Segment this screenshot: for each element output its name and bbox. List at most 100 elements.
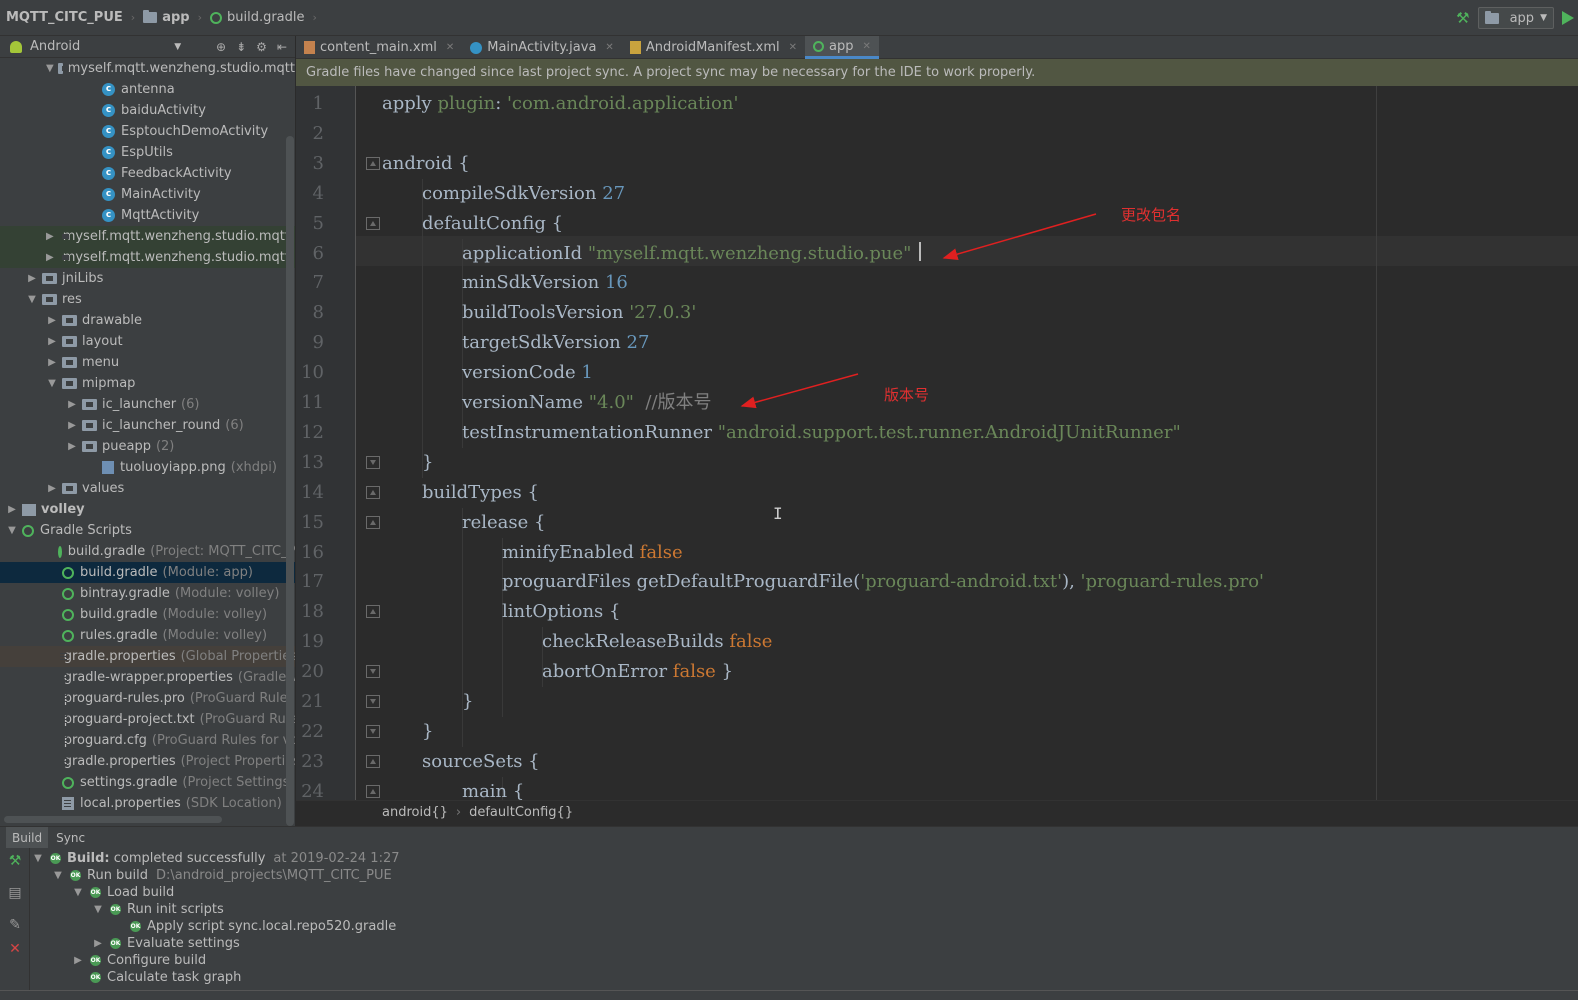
- run-configuration-select[interactable]: app ▼: [1477, 7, 1554, 29]
- vertical-scrollbar[interactable]: [286, 136, 294, 826]
- tree-item[interactable]: ▼ res: [0, 289, 295, 310]
- tree-item[interactable]: ▼ mipmap: [0, 373, 295, 394]
- tree-item[interactable]: ▶ ic_launcher_round (6): [0, 415, 295, 436]
- fold-marker-icon[interactable]: [366, 455, 380, 469]
- expand-right-icon[interactable]: ▶: [66, 441, 78, 452]
- fold-marker-icon[interactable]: [366, 754, 380, 768]
- tab-mainactivity-java[interactable]: MainActivity.java ✕: [462, 36, 622, 59]
- tab-sync[interactable]: Sync: [50, 827, 91, 849]
- tree-item[interactable]: ▶proguard-project.txt(ProGuard Rules fo: [0, 709, 295, 730]
- tree-item[interactable]: ▶cMqttActivity: [0, 205, 295, 226]
- breadcrumb-file[interactable]: build.gradle: [204, 0, 311, 36]
- tree-item[interactable]: ▶ pueapp (2): [0, 436, 295, 457]
- build-tree-item[interactable]: ▼ OK Build: completed successfully at 2019-…: [32, 850, 399, 867]
- expand-right-icon[interactable]: ▶: [46, 336, 58, 347]
- tree-item[interactable]: ▶local.properties(SDK Location): [0, 793, 295, 814]
- tree-item[interactable]: ▶ jniLibs: [0, 268, 295, 289]
- fold-marker-icon[interactable]: [366, 665, 380, 679]
- tree-item[interactable]: ▶build.gradle(Module: volley): [0, 604, 295, 625]
- tree-item[interactable]: ▶ ic_launcher (6): [0, 394, 295, 415]
- expand-right-icon[interactable]: ▶: [66, 399, 78, 410]
- tree-item[interactable]: ▼ Gradle Scripts: [0, 520, 295, 541]
- expand-right-icon[interactable]: ▶: [92, 935, 104, 952]
- tab-app[interactable]: app ✕: [805, 36, 879, 59]
- build-tree-item[interactable]: ▼ OK Load build: [72, 884, 174, 901]
- expand-right-icon[interactable]: ▶: [46, 357, 58, 368]
- expand-down-icon[interactable]: ▼: [46, 378, 58, 389]
- fold-marker-icon[interactable]: [366, 485, 380, 499]
- pin-icon[interactable]: ✎: [8, 918, 22, 932]
- tree-item[interactable]: ▶build.gradle(Project: MQTT_CITC_PUE): [0, 541, 295, 562]
- tree-item[interactable]: ▶myself.mqtt.wenzheng.studio.mqtt(te: [0, 247, 295, 268]
- fold-marker-icon[interactable]: [366, 605, 380, 619]
- tree-item[interactable]: ▶build.gradle(Module: app): [0, 562, 295, 583]
- expand-right-icon[interactable]: ▶: [46, 231, 54, 242]
- chevron-down-icon[interactable]: ▼: [174, 42, 181, 52]
- build-tree-item[interactable]: ▼ OK Run build D:\android_projects\MQTT_CIT…: [52, 867, 392, 884]
- expand-down-icon[interactable]: ▼: [32, 850, 44, 867]
- tree-item[interactable]: ▶ drawable: [0, 310, 295, 331]
- close-icon[interactable]: ✕: [446, 42, 454, 53]
- tree-item[interactable]: ▶ values: [0, 478, 295, 499]
- close-icon[interactable]: ✕: [605, 42, 613, 53]
- expand-right-icon[interactable]: ▶: [46, 315, 58, 326]
- toggle-view-icon[interactable]: ▤: [8, 886, 22, 900]
- expand-right-icon[interactable]: ▶: [6, 504, 18, 515]
- fold-marker-icon[interactable]: [366, 216, 380, 230]
- build-tree-item[interactable]: OK Apply script sync.local.repo520.gradle: [112, 918, 396, 935]
- build-tree-item[interactable]: ▶ OK Configure build: [72, 952, 206, 969]
- make-project-hammer-icon[interactable]: ⚒: [1456, 9, 1469, 27]
- expand-right-icon[interactable]: ▶: [26, 273, 38, 284]
- fold-marker-icon[interactable]: [366, 695, 380, 708]
- breadcrumb-project[interactable]: MQTT_CITC_PUE: [0, 0, 129, 36]
- tree-item[interactable]: ▶proguard-rules.pro(ProGuard Rules for: [0, 688, 295, 709]
- close-icon[interactable]: ✕: [789, 42, 797, 53]
- tree-item[interactable]: ▶bintray.gradle(Module: volley): [0, 583, 295, 604]
- close-icon[interactable]: ✕: [863, 41, 871, 52]
- project-view-select[interactable]: Android: [30, 39, 80, 54]
- close-icon[interactable]: ✕: [8, 942, 22, 956]
- tree-item[interactable]: ▶cbaiduActivity: [0, 100, 295, 121]
- expand-down-icon[interactable]: ▼: [92, 901, 104, 918]
- expand-right-icon[interactable]: ▶: [46, 483, 58, 494]
- scroll-from-source-icon[interactable]: ⊕: [216, 40, 226, 54]
- editor-breadcrumb-android[interactable]: android{}: [382, 805, 448, 820]
- tree-item[interactable]: ▶cEspUtils: [0, 142, 295, 163]
- hide-panel-icon[interactable]: ⇤: [277, 40, 287, 54]
- breadcrumb-module[interactable]: app: [137, 0, 195, 36]
- tree-item[interactable]: ▶ menu: [0, 352, 295, 373]
- expand-down-icon[interactable]: ▼: [6, 525, 18, 536]
- hammer-icon[interactable]: ⚒: [8, 854, 22, 868]
- tree-item[interactable]: ▼ myself.mqtt.wenzheng.studio.mqtt: [0, 58, 295, 79]
- tree-item[interactable]: ▶settings.gradle(Project Settings): [0, 772, 295, 793]
- tree-item[interactable]: ▶rules.gradle(Module: volley): [0, 625, 295, 646]
- gear-icon[interactable]: ⚙: [256, 40, 267, 54]
- expand-down-icon[interactable]: ▼: [26, 294, 38, 305]
- build-tree-item[interactable]: OK Calculate task graph: [72, 969, 241, 986]
- expand-right-icon[interactable]: ▶: [66, 420, 78, 431]
- horizontal-scrollbar[interactable]: [4, 816, 222, 823]
- tab-content-main-xml[interactable]: content_main.xml ✕: [296, 36, 462, 59]
- tree-item[interactable]: ▶cMainActivity: [0, 184, 295, 205]
- fold-marker-icon[interactable]: [366, 515, 380, 529]
- tree-item[interactable]: ▶ layout: [0, 331, 295, 352]
- tree-item[interactable]: ▶proguard.cfg(ProGuard Rules for volley: [0, 730, 295, 751]
- tree-item[interactable]: ▶gradle.properties(Global Properties): [0, 646, 295, 667]
- editor-breadcrumb-defaultconfig[interactable]: defaultConfig{}: [469, 805, 573, 820]
- tree-item[interactable]: ▶myself.mqtt.wenzheng.studio.mqtt(ar: [0, 226, 295, 247]
- build-tree-item[interactable]: ▼ OK Run init scripts: [92, 901, 224, 918]
- tree-item[interactable]: ▶gradle-wrapper.properties(Gradle Versi: [0, 667, 295, 688]
- tree-item[interactable]: ▶cEsptouchDemoActivity: [0, 121, 295, 142]
- fold-marker-icon[interactable]: [366, 784, 380, 798]
- build-tree-item[interactable]: ▶ OK Evaluate settings: [92, 935, 240, 952]
- expand-down-icon[interactable]: ▼: [72, 884, 84, 901]
- expand-right-icon[interactable]: ▶: [72, 952, 84, 969]
- fold-marker-icon[interactable]: [366, 724, 380, 738]
- tree-item[interactable]: ▶cantenna: [0, 79, 295, 100]
- tree-item[interactable]: ▶gradle.properties(Project Properties): [0, 751, 295, 772]
- code-editor[interactable]: 1 2 3 4 5 6 7 8 9 10 11 12 13 14 15 16 17 18 19 20 21 22 23 24 …: [296, 86, 1578, 800]
- expand-down-icon[interactable]: ▼: [46, 63, 54, 74]
- tree-item[interactable]: ▶tuoluoyiapp.png(xhdpi): [0, 457, 295, 478]
- expand-down-icon[interactable]: ▼: [52, 867, 64, 884]
- tree-item[interactable]: ▶cFeedbackActivity: [0, 163, 295, 184]
